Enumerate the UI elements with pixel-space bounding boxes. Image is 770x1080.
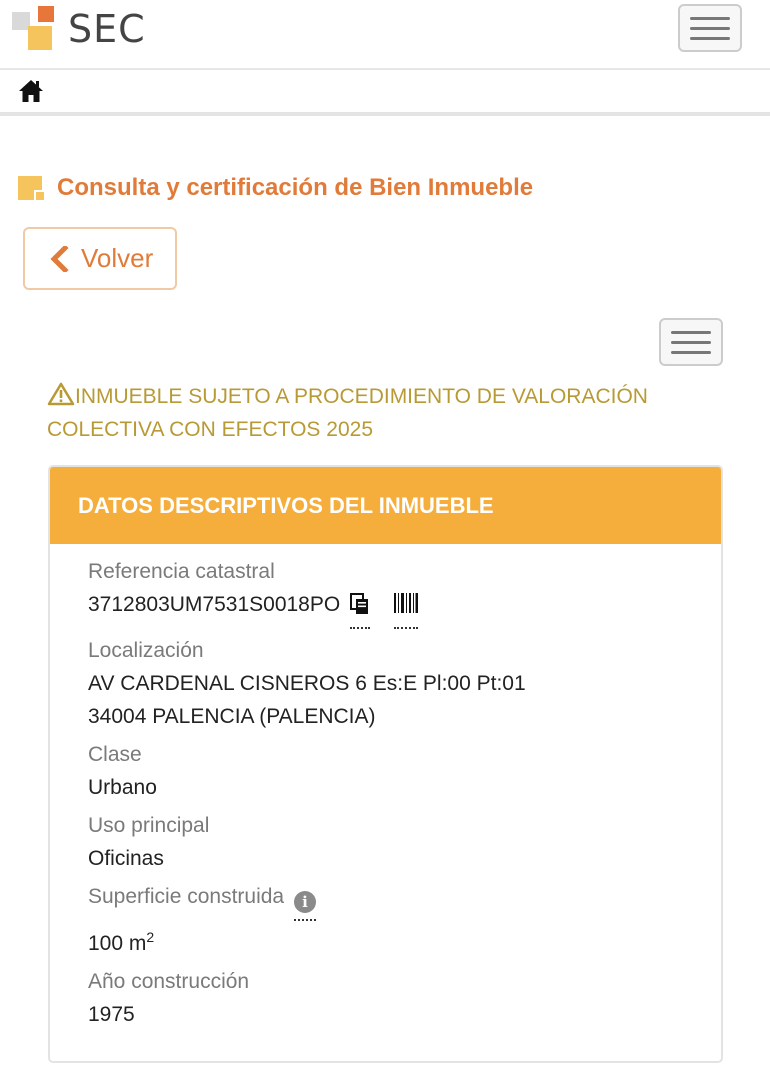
panel-title: DATOS DESCRIPTIVOS DEL INMUEBLE <box>78 492 494 518</box>
field-localizacion: Localización AV CARDENAL CISNEROS 6 Es:E… <box>88 635 721 733</box>
back-button-label: Volver <box>81 243 154 273</box>
field-superficie: Superficie construida i 100 m2 <box>88 881 721 960</box>
chevron-left-icon <box>50 245 69 272</box>
valuation-warning: INMUEBLE SUJETO A PROCEDIMIENTO DE VALOR… <box>47 380 727 446</box>
superficie-label: Superficie construida <box>88 885 285 908</box>
section-menu-button[interactable] <box>659 318 723 366</box>
barcode-icon[interactable] <box>393 592 418 629</box>
top-bar: SEC <box>0 0 770 70</box>
hamburger-icon <box>671 330 711 334</box>
field-label: Referencia catastral <box>88 560 275 583</box>
clase-value: Urbano <box>88 776 157 799</box>
superficie-unit-sup: 2 <box>146 929 155 945</box>
panel-body: Referencia catastral 3712803UM7531S0018P… <box>50 544 721 1031</box>
page-title-icon <box>18 174 46 202</box>
anio-value: 1975 <box>88 1003 135 1026</box>
logo-mark-icon <box>10 4 60 54</box>
field-label-superficie: Superficie construida i <box>88 881 721 921</box>
logo-text: SEC <box>68 7 146 51</box>
copy-icon[interactable] <box>350 592 371 629</box>
info-glyph: i <box>293 891 316 913</box>
field-uso: Uso principal Oficinas <box>88 810 721 875</box>
back-button[interactable]: Volver <box>23 227 177 290</box>
field-label: Uso principal <box>88 814 210 837</box>
field-label: Año construcción <box>88 970 250 993</box>
warning-text: INMUEBLE SUJETO A PROCEDIMIENTO DE VALOR… <box>47 385 648 441</box>
property-details-panel: DATOS DESCRIPTIVOS DEL INMUEBLE Referenc… <box>48 465 723 1063</box>
localizacion-line1: AV CARDENAL CISNEROS 6 Es:E Pl:00 Pt:01 <box>88 672 526 695</box>
panel-header: DATOS DESCRIPTIVOS DEL INMUEBLE <box>50 467 721 544</box>
field-clase: Clase Urbano <box>88 739 721 804</box>
field-label: Localización <box>88 639 204 662</box>
superficie-value: 100 m <box>88 932 147 955</box>
info-icon[interactable]: i <box>293 885 316 921</box>
page-title-row: Consulta y certificación de Bien Inmuebl… <box>18 170 533 206</box>
page-title: Consulta y certificación de Bien Inmuebl… <box>57 174 534 201</box>
home-icon[interactable] <box>18 78 44 104</box>
field-referencia: Referencia catastral 3712803UM7531S0018P… <box>88 556 721 629</box>
localizacion-line2: 34004 PALENCIA (PALENCIA) <box>88 705 376 728</box>
sec-logo[interactable]: SEC <box>10 4 146 54</box>
referencia-value: 3712803UM7531S0018PO <box>88 593 341 616</box>
hamburger-icon <box>690 16 730 20</box>
warning-triangle-icon <box>47 382 75 406</box>
breadcrumb <box>0 72 770 116</box>
field-anio: Año construcción 1975 <box>88 966 721 1031</box>
field-value-referencia: 3712803UM7531S0018PO <box>88 588 721 629</box>
superficie-value-row: 100 m2 <box>88 921 721 960</box>
field-label: Clase <box>88 743 142 766</box>
uso-value: Oficinas <box>88 847 164 870</box>
main-menu-button[interactable] <box>678 4 742 52</box>
